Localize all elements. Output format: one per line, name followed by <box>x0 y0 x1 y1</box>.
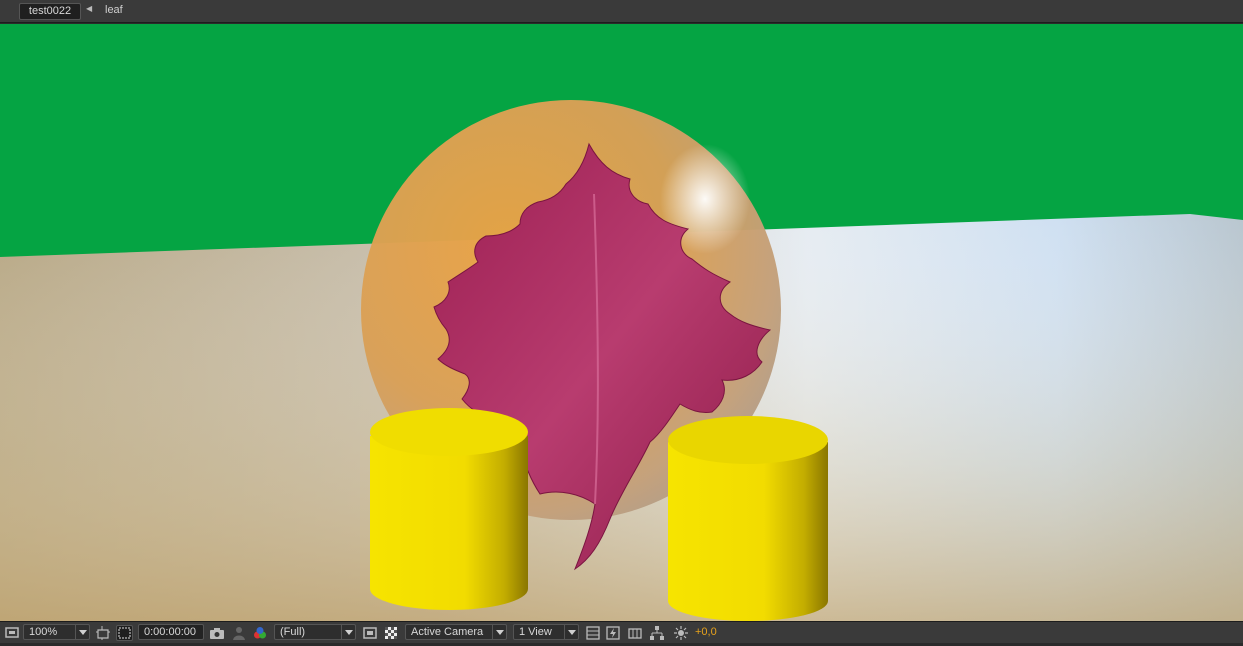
exposure-value[interactable]: +0,0 <box>695 624 725 640</box>
flowchart-icon[interactable] <box>649 625 665 641</box>
breadcrumb-comp-leaf[interactable]: leaf <box>105 4 123 16</box>
region-of-interest-icon[interactable] <box>362 625 378 641</box>
breadcrumb-arrow-icon: ◀ <box>86 4 93 13</box>
chevron-down-icon <box>341 625 355 639</box>
chevron-down-icon <box>75 625 89 639</box>
viewer-breadcrumb-bar: test0022 ◀ leaf <box>0 0 1243 23</box>
exposure-icon[interactable] <box>673 625 689 641</box>
camera-value: Active Camera <box>411 626 484 638</box>
render-image <box>0 24 1243 621</box>
yellow-cylinder-left <box>370 408 528 610</box>
checkerboard-icon[interactable] <box>383 625 399 641</box>
timecode-field[interactable]: 0:00:00:00 <box>138 624 204 640</box>
timeline-icon[interactable] <box>627 625 643 641</box>
zoom-dropdown[interactable]: 100% <box>23 624 90 640</box>
fast-preview-icon[interactable] <box>605 625 621 641</box>
views-dropdown[interactable]: 1 View <box>513 624 579 640</box>
toggle-pixel-aspect-icon[interactable] <box>585 625 601 641</box>
composition-viewer[interactable] <box>0 24 1243 621</box>
snapshot-icon[interactable] <box>209 625 225 641</box>
views-value: 1 View <box>519 626 552 638</box>
chevron-down-icon <box>492 625 506 639</box>
camera-dropdown[interactable]: Active Camera <box>405 624 507 640</box>
breadcrumb-comp-test0022[interactable]: test0022 <box>19 3 81 20</box>
viewer-toolbar: 100% 0:00:00:00 (Full) Active Camera 1 V… <box>0 621 1243 643</box>
chevron-down-icon <box>564 625 578 639</box>
zoom-value: 100% <box>29 626 58 638</box>
region-icon[interactable] <box>95 625 111 641</box>
resolution-value: (Full) <box>280 626 306 638</box>
resolution-dropdown[interactable]: (Full) <box>274 624 356 640</box>
monitor-icon[interactable] <box>4 625 20 641</box>
show-snapshot-icon[interactable] <box>231 625 247 641</box>
transparency-grid-icon[interactable] <box>116 625 133 641</box>
channel-icon[interactable] <box>252 625 268 641</box>
yellow-cylinder-right <box>668 416 828 621</box>
